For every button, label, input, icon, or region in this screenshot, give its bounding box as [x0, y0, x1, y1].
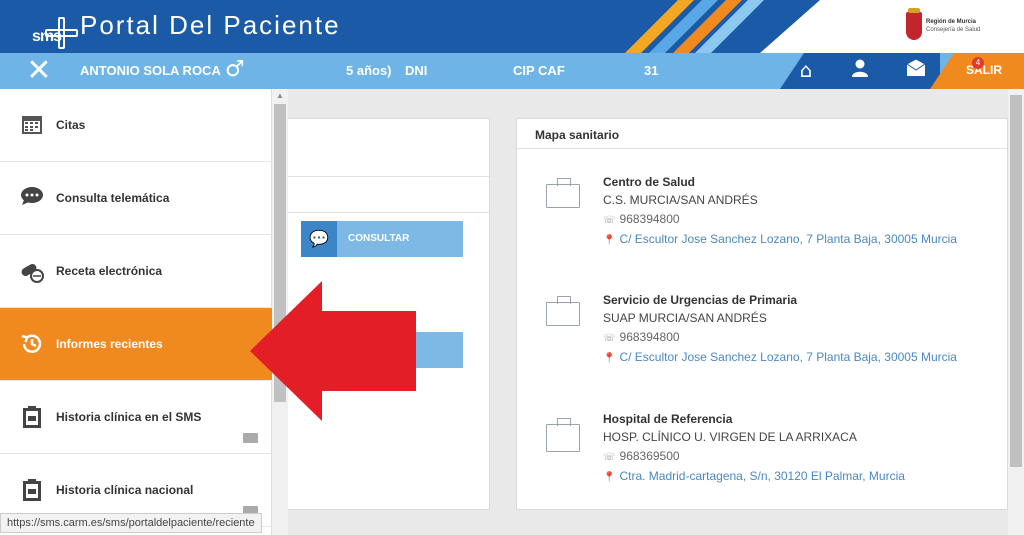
cip-label: CIP CAF	[513, 63, 565, 78]
menu-item-label: Consulta telemática	[56, 191, 170, 205]
close-menu-icon[interactable]: ✕	[24, 56, 54, 86]
menu-item-historia-clinica-sms[interactable]: Historia clínica en el SMS	[0, 381, 272, 454]
scroll-up-icon[interactable]: ▲	[272, 91, 288, 103]
menu-item-label: Historia clínica nacional	[56, 483, 194, 497]
region-murcia-logo: Región de Murcia Consejería de Salud	[906, 8, 986, 44]
menu-item-informes-recientes[interactable]: Informes recientes	[0, 308, 272, 381]
center-phone: ☏ 968394800	[603, 330, 680, 344]
page-scrollbar-thumb[interactable]	[1010, 95, 1022, 467]
consultar-label: CONSULTAR	[348, 233, 410, 244]
phone-number: 968394800	[619, 212, 680, 226]
center-name: C.S. MURCIA/SAN ANDRÉS	[603, 193, 758, 207]
phone-icon: ☏	[603, 215, 616, 226]
region-crown-icon	[908, 8, 920, 13]
history-icon	[20, 332, 44, 356]
hospital-icon	[546, 418, 580, 452]
center-type: Hospital de Referencia	[603, 412, 733, 426]
patient-name: ANTONIO SOLA ROCA	[80, 63, 221, 78]
cip-value: 31	[644, 63, 659, 78]
center-name: HOSP. CLÍNICO U. VIRGEN DE LA ARRIXACA	[603, 430, 857, 444]
center-name: SUAP MURCIA/SAN ANDRÉS	[603, 311, 767, 325]
divider	[287, 176, 489, 177]
notification-badge: 4	[972, 57, 984, 69]
menu-item-label: Citas	[56, 118, 86, 132]
mail-icon[interactable]	[904, 58, 928, 82]
phone-number: 968369500	[619, 449, 680, 463]
top-header: sms Portal Del Paciente Región de Murcia…	[0, 0, 1024, 53]
map-pin-icon: 📍	[603, 353, 616, 364]
center-phone: ☏ 968369500	[603, 449, 680, 463]
side-menu: Citas Consulta telemática Receta electró…	[0, 89, 272, 535]
logo-text: sms	[32, 28, 62, 45]
id-card-icon	[243, 433, 258, 443]
home-icon[interactable]: ⌂	[794, 58, 818, 82]
dni-label: DNI	[405, 63, 428, 78]
menu-item-label: Informes recientes	[56, 337, 163, 351]
phone-icon: ☏	[603, 452, 616, 463]
phone-icon: ☏	[603, 333, 616, 344]
consultar-button[interactable]: 💬 CONSULTAR	[301, 221, 463, 257]
phone-number: 968394800	[619, 330, 680, 344]
center-phone: ☏ 968394800	[603, 212, 680, 226]
status-bar-url: https://sms.carm.es/sms/portaldelpacient…	[0, 513, 262, 533]
panel-title: Mapa sanitario	[517, 119, 1007, 149]
region-department: Consejería de Salud	[926, 27, 981, 33]
address-text[interactable]: Ctra. Madrid-cartagena, S/n, 30120 El Pa…	[619, 469, 904, 483]
pills-icon	[20, 259, 44, 283]
region-name: Región de Murcia	[926, 19, 977, 25]
menu-item-consulta-telematica[interactable]: Consulta telemática	[0, 162, 272, 235]
user-icon[interactable]	[848, 58, 872, 82]
center-address[interactable]: 📍 C/ Escultor Jose Sanchez Lozano, 7 Plan…	[603, 348, 963, 368]
map-pin-icon: 📍	[603, 235, 616, 246]
center-type: Centro de Salud	[603, 175, 696, 189]
page-title: Portal Del Paciente	[80, 10, 341, 40]
menu-item-receta-electronica[interactable]: Receta electrónica	[0, 235, 272, 308]
menu-item-label: Historia clínica en el SMS	[56, 410, 202, 424]
chat-icon: 💬	[301, 221, 337, 257]
center-address[interactable]: 📍 C/ Escultor Jose Sanchez Lozano, 7 Plan…	[603, 230, 963, 250]
male-icon: ♂	[225, 57, 245, 82]
divider	[287, 212, 489, 213]
chat-icon	[20, 186, 44, 210]
building-icon	[546, 178, 580, 208]
address-text[interactable]: C/ Escultor Jose Sanchez Lozano, 7 Plant…	[619, 350, 957, 364]
clipboard-icon	[20, 405, 44, 429]
region-shield-icon	[906, 12, 922, 40]
building-icon	[546, 296, 580, 326]
patient-age: 5 años)	[346, 63, 392, 78]
red-arrow-annotation	[250, 281, 416, 421]
menu-item-citas[interactable]: Citas	[0, 89, 272, 162]
calendar-icon	[20, 113, 44, 137]
center-address[interactable]: 📍 Ctra. Madrid-cartagena, S/n, 30120 El P…	[603, 467, 963, 487]
clipboard-icon	[20, 478, 44, 502]
menu-item-label: Receta electrónica	[56, 264, 163, 278]
center-type: Servicio de Urgencias de Primaria	[603, 293, 798, 307]
map-pin-icon: 📍	[603, 472, 616, 483]
sms-logo[interactable]: sms	[14, 9, 78, 49]
address-text[interactable]: C/ Escultor Jose Sanchez Lozano, 7 Plant…	[619, 232, 957, 246]
